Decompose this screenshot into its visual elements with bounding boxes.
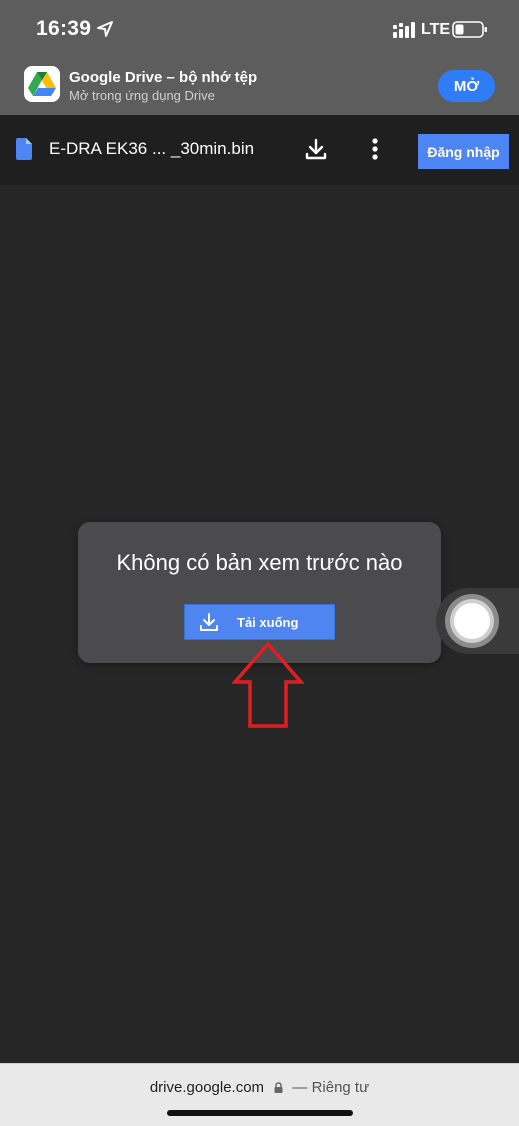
banner-title: Google Drive – bộ nhớ tệp bbox=[69, 69, 258, 86]
network-type: LTE bbox=[421, 21, 451, 38]
status-bar: 16:39 LTE bbox=[0, 0, 519, 58]
home-indicator[interactable] bbox=[167, 1110, 353, 1116]
browser-address-bar[interactable]: drive.google.com — Riêng tư bbox=[0, 1063, 519, 1126]
google-drive-logo bbox=[24, 66, 60, 102]
location-arrow-icon bbox=[97, 21, 113, 37]
banner-subtitle: Mở trong ứng dụng Drive bbox=[69, 88, 215, 103]
signal-icon bbox=[393, 22, 415, 38]
url-row[interactable]: drive.google.com — Riêng tư bbox=[0, 1079, 519, 1096]
file-toolbar: E-DRA EK36 ... _30min.bin Đăng nhập bbox=[0, 115, 519, 185]
status-time: 16:39 bbox=[36, 17, 92, 40]
red-arrow-annotation bbox=[232, 641, 304, 728]
signin-button[interactable]: Đăng nhập bbox=[418, 134, 509, 169]
privacy-label: — Riêng tư bbox=[292, 1079, 370, 1096]
assistive-touch-ring bbox=[445, 594, 499, 648]
download-button[interactable]: Tải xuống bbox=[184, 604, 335, 640]
url-text: drive.google.com bbox=[149, 1079, 265, 1096]
no-preview-message: Không có bản xem trước nào bbox=[116, 550, 403, 575]
download-icon[interactable] bbox=[304, 137, 328, 161]
open-app-button[interactable]: MỞ bbox=[438, 70, 495, 102]
more-vert-icon[interactable] bbox=[364, 137, 386, 161]
file-name: E-DRA EK36 ... _30min.bin bbox=[49, 139, 255, 158]
battery-icon bbox=[452, 21, 487, 38]
download-button-label: Tải xuống bbox=[237, 614, 299, 630]
assistive-touch-button[interactable] bbox=[436, 588, 519, 654]
file-icon bbox=[16, 138, 32, 160]
download-icon bbox=[200, 613, 218, 631]
app-install-banner: Google Drive – bộ nhớ tệp Mở trong ứng d… bbox=[0, 58, 519, 115]
lock-icon bbox=[274, 1082, 283, 1093]
